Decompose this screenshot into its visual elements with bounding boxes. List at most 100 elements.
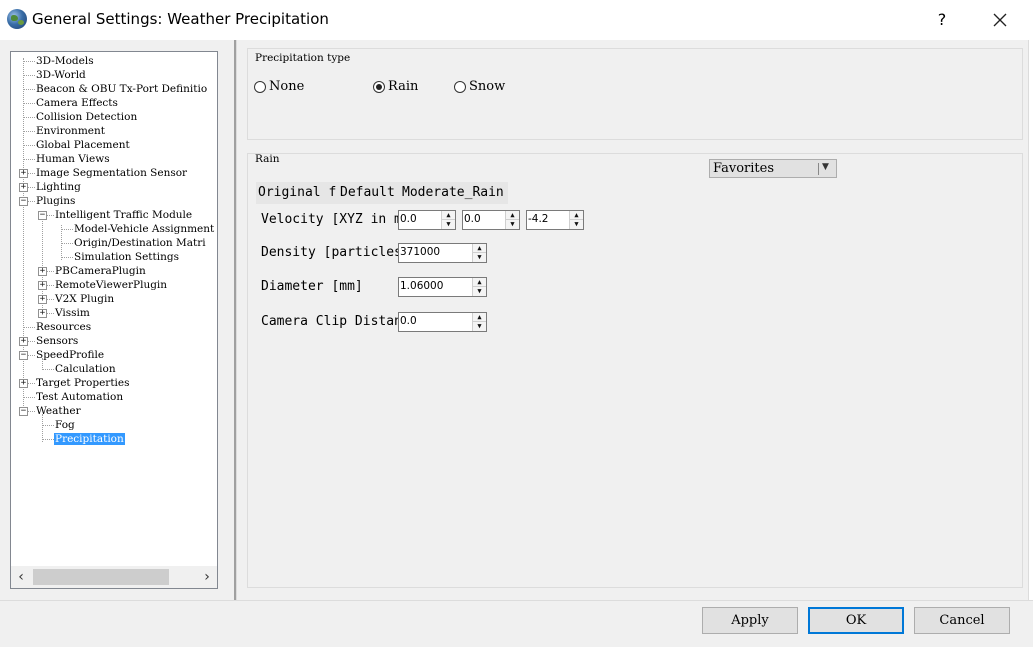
expand-icon[interactable]: + <box>19 169 28 178</box>
tree-item[interactable]: Calculation <box>54 362 117 376</box>
tree-item-label: RemoteViewerPlugin <box>55 279 168 291</box>
scrollbar-thumb[interactable] <box>33 569 169 585</box>
tree-item[interactable]: Human Views <box>35 152 111 166</box>
tree-item[interactable]: Resources <box>35 320 92 334</box>
spin-down-icon[interactable]: ▼ <box>473 253 486 262</box>
diameter-label: Diameter [mm] <box>261 279 363 294</box>
radio-snow-label: Snow <box>469 79 506 94</box>
tree-item[interactable]: V2X Plugin <box>54 292 115 306</box>
tree-item[interactable]: 3D-Models <box>35 54 95 68</box>
tree-item[interactable]: Camera Effects <box>35 96 119 110</box>
title-bar: General Settings: Weather Precipitation … <box>0 0 1033 40</box>
tree-item[interactable]: Precipitation <box>54 432 125 446</box>
spin-down-icon[interactable]: ▼ <box>570 220 583 229</box>
collapse-icon[interactable]: − <box>38 211 47 220</box>
tree-item[interactable]: PBCameraPlugin <box>54 264 147 278</box>
tree-item[interactable]: SpeedProfile <box>35 348 105 362</box>
radio-rain-icon <box>373 80 385 93</box>
window-right-edge <box>1028 40 1033 600</box>
tree-item[interactable]: Sensors <box>35 334 79 348</box>
settings-tree[interactable]: 3D-Models 3D-World Beacon & OBU Tx-Port De… <box>10 51 218 589</box>
tree-item[interactable]: Simulation Settings <box>73 250 180 264</box>
radio-none[interactable]: None <box>254 79 304 94</box>
spin-down-icon[interactable]: ▼ <box>473 322 486 331</box>
radio-snow[interactable]: Snow <box>454 79 505 94</box>
expand-icon[interactable]: + <box>19 379 28 388</box>
tree-item-label: SpeedProfile <box>36 349 105 361</box>
tree-horizontal-scrollbar[interactable]: ‹ › <box>11 566 217 588</box>
tree-item[interactable]: Global Placement <box>35 138 131 152</box>
spin-up-icon[interactable]: ▲ <box>473 278 486 287</box>
density-label: Density [particles] <box>261 245 399 260</box>
velocity-y-spinbox[interactable]: 0.0 ▲ ▼ <box>462 210 520 230</box>
preset-col-original: Original f <box>258 185 337 200</box>
tree-item-label: Camera Effects <box>36 97 118 109</box>
tree-item-label: Sensors <box>36 335 79 347</box>
tree-item-label: Origin/Destination Matri <box>74 237 206 249</box>
tree-item-label: Resources <box>36 321 92 333</box>
tree-item-label: Environment <box>36 125 105 137</box>
tree-item[interactable]: Image Segmentation Sensor <box>35 166 188 180</box>
tree-item[interactable]: Vissim <box>54 306 91 320</box>
tree-item-label: V2X Plugin <box>55 293 115 305</box>
ok-button[interactable]: OK <box>808 607 904 634</box>
tree-item-label: Image Segmentation Sensor <box>36 167 188 179</box>
spin-up-icon[interactable]: ▲ <box>506 211 519 220</box>
camera-clip-label: Camera Clip Distance <box>261 314 399 329</box>
expand-icon[interactable]: + <box>19 337 28 346</box>
tree-item[interactable]: Collision Detection <box>35 110 138 124</box>
tree-item[interactable]: Intelligent Traffic Module <box>54 208 193 222</box>
rain-group-title: Rain <box>255 153 280 165</box>
tree-item-label: Weather <box>36 405 81 417</box>
spin-down-icon[interactable]: ▼ <box>473 287 486 296</box>
tree-item[interactable]: Fog <box>54 418 76 432</box>
tree-item[interactable]: Test Automation <box>35 390 124 404</box>
radio-rain[interactable]: Rain <box>373 79 418 94</box>
velocity-label: Velocity [XYZ in m/s] <box>261 212 399 227</box>
tree-item[interactable]: Lighting <box>35 180 82 194</box>
expand-icon[interactable]: + <box>38 309 47 318</box>
collapse-icon[interactable]: − <box>19 351 28 360</box>
spin-down-icon[interactable]: ▼ <box>442 220 455 229</box>
apply-button[interactable]: Apply <box>702 607 798 634</box>
expand-icon[interactable]: + <box>38 267 47 276</box>
tree-item[interactable]: Model-Vehicle Assignment <box>73 222 215 236</box>
diameter-spinbox[interactable]: 1.06000 ▲ ▼ <box>398 277 487 297</box>
scroll-right-icon[interactable]: › <box>197 566 217 588</box>
velocity-z-spinbox[interactable]: -4.2 ▲ ▼ <box>526 210 584 230</box>
expand-icon[interactable]: + <box>38 295 47 304</box>
camera-clip-spinbox[interactable]: 0.0 ▲ ▼ <box>398 312 487 332</box>
tree-item[interactable]: Environment <box>35 124 106 138</box>
tree-item-label: Precipitation <box>54 433 125 445</box>
favorites-dropdown[interactable]: Favorites ▼ <box>709 159 837 178</box>
collapse-icon[interactable]: − <box>19 407 28 416</box>
tree-item-label: Collision Detection <box>36 111 138 123</box>
expand-icon[interactable]: + <box>38 281 47 290</box>
tree-item-label: 3D-World <box>36 69 86 81</box>
tree-item[interactable]: Beacon & OBU Tx-Port Definitio <box>35 82 208 96</box>
spin-up-icon[interactable]: ▲ <box>473 313 486 322</box>
collapse-icon[interactable]: − <box>19 197 28 206</box>
spin-up-icon[interactable]: ▲ <box>442 211 455 220</box>
tree-item[interactable]: Plugins <box>35 194 76 208</box>
tree-item[interactable]: 3D-World <box>35 68 87 82</box>
density-value: 371000 <box>400 246 441 258</box>
scroll-left-icon[interactable]: ‹ <box>11 566 31 588</box>
spin-up-icon[interactable]: ▲ <box>473 244 486 253</box>
expand-icon[interactable]: + <box>19 183 28 192</box>
tree-item[interactable]: Origin/Destination Matri <box>73 236 207 250</box>
velocity-x-value: 0.0 <box>400 213 417 225</box>
tree-item[interactable]: Weather <box>35 404 82 418</box>
cancel-button[interactable]: Cancel <box>914 607 1010 634</box>
tree-item[interactable]: Target Properties <box>35 376 131 390</box>
close-icon <box>993 13 1007 27</box>
tree-item-label: Global Placement <box>36 139 130 151</box>
tree-item-label: 3D-Models <box>36 55 94 67</box>
close-button[interactable] <box>986 8 1014 32</box>
velocity-x-spinbox[interactable]: 0.0 ▲ ▼ <box>398 210 456 230</box>
density-spinbox[interactable]: 371000 ▲ ▼ <box>398 243 487 263</box>
help-button[interactable]: ? <box>930 8 954 32</box>
spin-up-icon[interactable]: ▲ <box>570 211 583 220</box>
spin-down-icon[interactable]: ▼ <box>506 220 519 229</box>
tree-item[interactable]: RemoteViewerPlugin <box>54 278 168 292</box>
